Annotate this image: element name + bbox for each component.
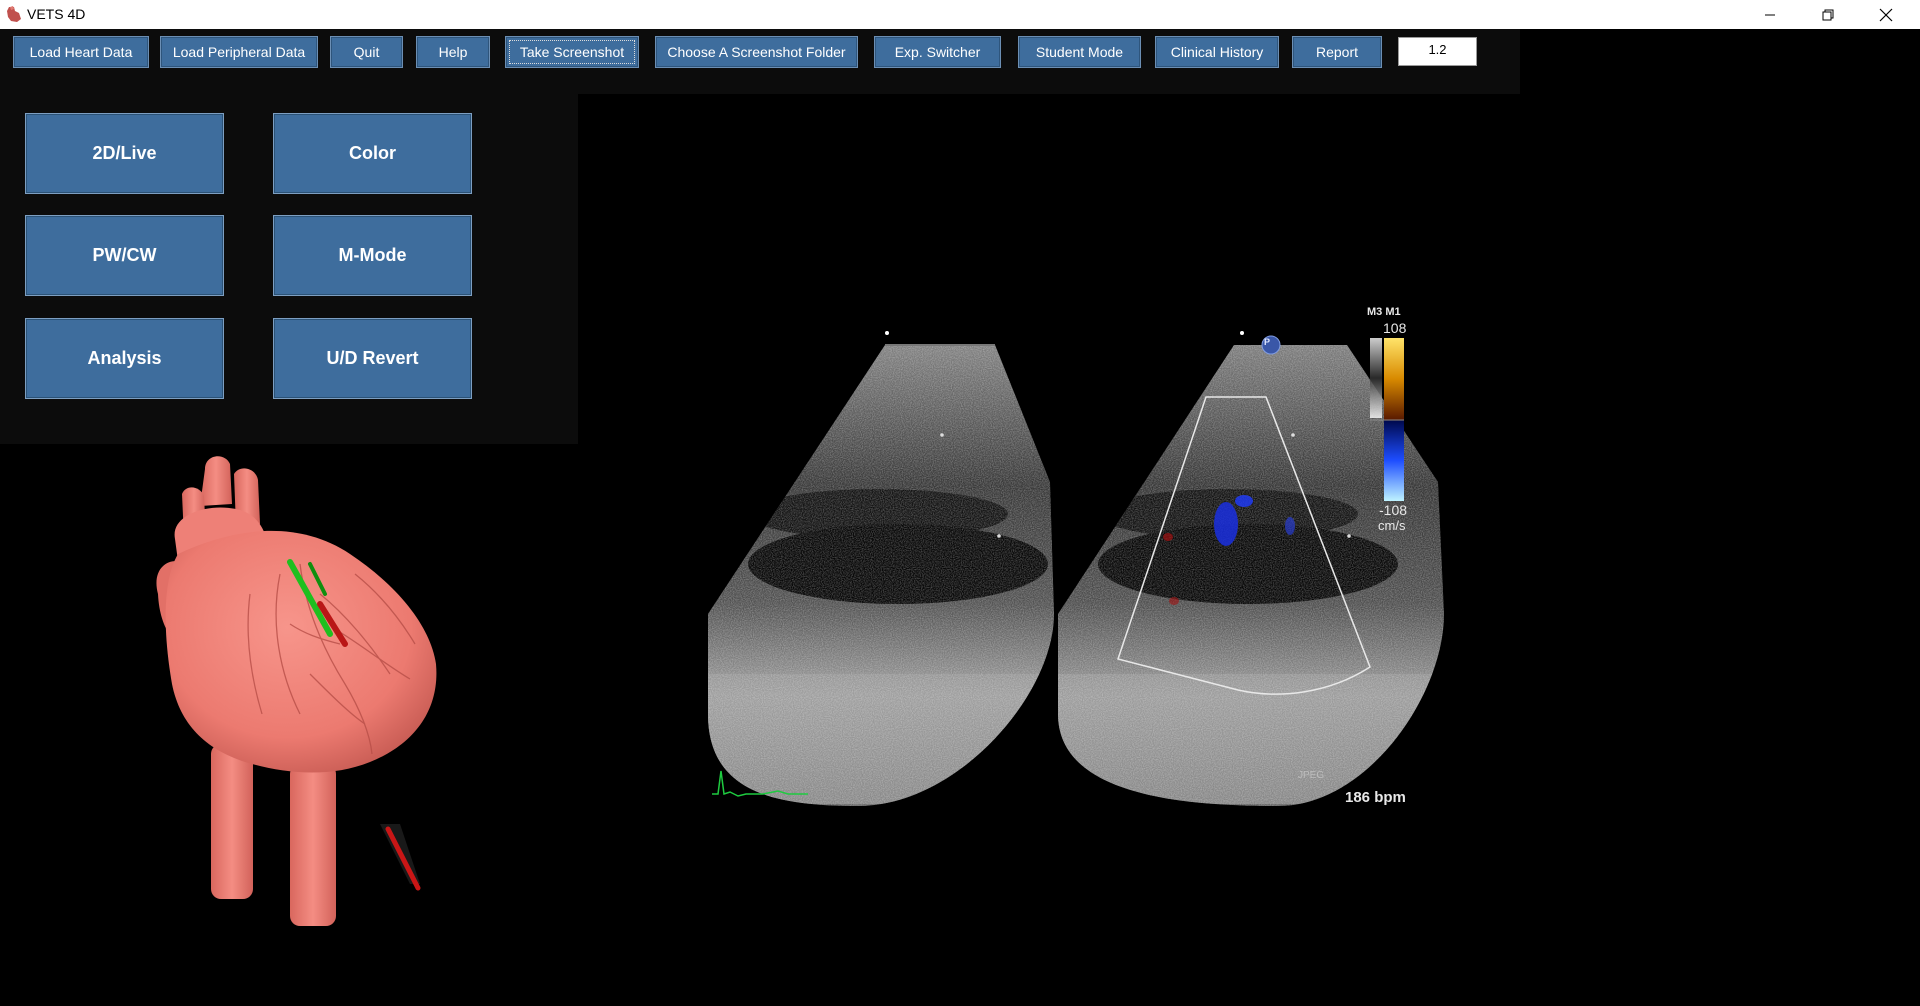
restore-button[interactable]: [1799, 0, 1857, 29]
2d-live-button[interactable]: 2D/Live: [25, 113, 224, 194]
heart-3d-viewer[interactable]: [0, 444, 574, 1001]
report-button[interactable]: Report: [1292, 36, 1382, 68]
scale-min-value: -108: [1379, 502, 1408, 518]
scale-header: M3 M1: [1367, 306, 1401, 318]
title-bar: VETS 4D: [0, 0, 1920, 29]
window-title: VETS 4D: [27, 6, 86, 22]
pw-cw-button[interactable]: PW/CW: [25, 215, 224, 296]
ud-revert-button[interactable]: U/D Revert: [273, 318, 472, 399]
scale-unit: cm/s: [1378, 518, 1406, 533]
restore-icon: [1822, 9, 1834, 20]
probe-marker-label: P: [1264, 337, 1271, 347]
student-mode-button[interactable]: Student Mode: [1018, 36, 1141, 68]
scale-max-value: 108: [1383, 320, 1407, 336]
load-peripheral-data-button[interactable]: Load Peripheral Data: [160, 36, 318, 68]
help-button[interactable]: Help: [416, 36, 490, 68]
analysis-button[interactable]: Analysis: [25, 318, 224, 399]
clinical-history-button[interactable]: Clinical History: [1155, 36, 1279, 68]
take-screenshot-button[interactable]: Take Screenshot: [505, 36, 639, 68]
version-field[interactable]: 1.2: [1398, 37, 1477, 66]
heart-rate-readout: 186 bpm: [1345, 789, 1406, 806]
minimize-button[interactable]: [1741, 0, 1799, 29]
minimize-icon: [1765, 14, 1775, 15]
close-button[interactable]: [1857, 0, 1915, 29]
echo-image: [708, 331, 1444, 806]
app-heart-icon: [7, 6, 21, 22]
m-mode-button[interactable]: M-Mode: [273, 215, 472, 296]
quit-button[interactable]: Quit: [330, 36, 403, 68]
format-label: JPEG: [1298, 770, 1325, 781]
exp-switcher-button[interactable]: Exp. Switcher: [874, 36, 1001, 68]
choose-screenshot-folder-button[interactable]: Choose A Screenshot Folder: [655, 36, 858, 68]
color-button[interactable]: Color: [273, 113, 472, 194]
load-heart-data-button[interactable]: Load Heart Data: [13, 36, 149, 68]
close-icon: [1879, 8, 1893, 21]
heart-model: [156, 456, 437, 926]
echo-viewer[interactable]: M3 M1 108 -108 cm/s P JPEG 186 bpm: [578, 94, 1520, 1001]
